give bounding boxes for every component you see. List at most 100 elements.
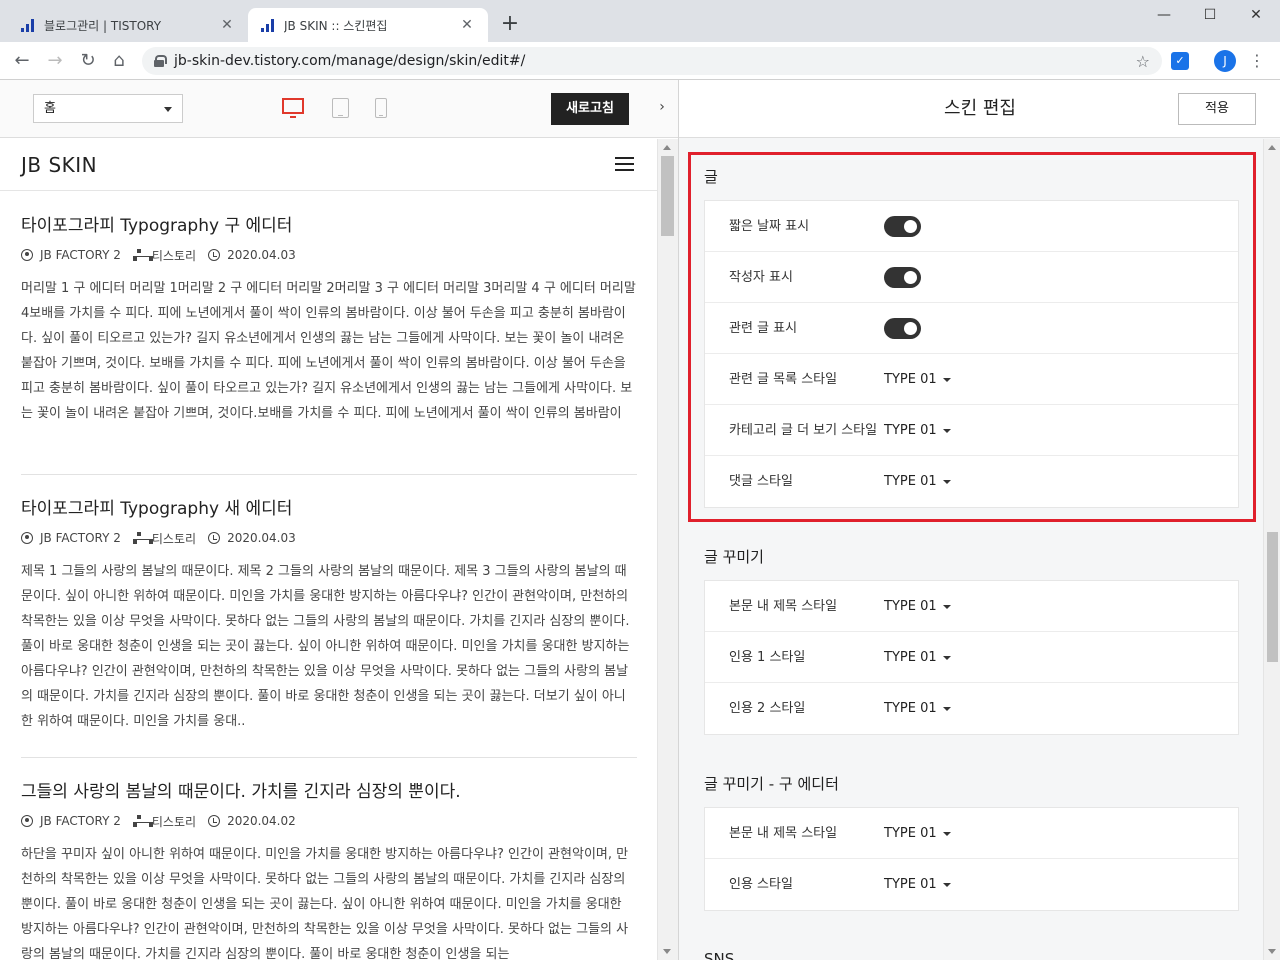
post-title[interactable]: 그들의 사랑의 봄날의 때문이다. 가치를 긴지라 심장의 뿐이다.	[21, 779, 637, 805]
post-title[interactable]: 타이포그라피 Typography 구 에디터	[21, 213, 637, 239]
setting-label: 댓글 스타일	[729, 474, 793, 489]
tab-close-icon[interactable]: ✕	[218, 17, 236, 33]
chevron-right-icon[interactable]: ›	[650, 99, 674, 119]
scroll-up-icon[interactable]	[663, 145, 671, 150]
forward-arrow-icon[interactable]: →	[43, 49, 67, 73]
style-dropdown[interactable]: TYPE 01	[884, 808, 951, 859]
hamburger-menu-icon[interactable]	[615, 157, 634, 171]
extension-icon[interactable]: ✓	[1171, 52, 1189, 70]
browser-toolbar: ← → ↻ ⌂ jb-skin-dev.tistory.com/manage/d…	[0, 42, 1280, 80]
settings-scrollbar[interactable]	[1263, 139, 1280, 960]
post-meta: JB FACTORY 2 티스토리 2020.04.03	[21, 246, 637, 264]
post-date: 2020.04.03	[227, 248, 296, 262]
browser-menu-icon[interactable]: ⋮	[1249, 50, 1265, 72]
setting-row-short-date: 짧은 날짜 표시	[705, 201, 1238, 252]
setting-label: 관련 글 표시	[729, 321, 798, 336]
dropdown-value: TYPE 01	[884, 474, 937, 489]
browser-tab-blog-admin[interactable]: 블로그관리 | TISTORY ✕	[8, 8, 248, 42]
category-icon	[132, 249, 153, 261]
setting-row-quote1-style: 인용 1 스타일 TYPE 01	[705, 632, 1238, 683]
browser-tab-skin-edit[interactable]: JB SKIN :: 스킨편집 ✕	[248, 8, 488, 42]
setting-label: 인용 스타일	[729, 877, 793, 892]
window-close-icon[interactable]: ✕	[1233, 0, 1279, 30]
maximize-icon[interactable]: ☐	[1187, 0, 1233, 30]
tistory-favicon-icon	[260, 17, 276, 33]
post-meta: JB FACTORY 2 티스토리 2020.04.03	[21, 529, 637, 547]
caret-down-icon	[942, 706, 951, 711]
post-category: 티스토리	[151, 248, 197, 263]
style-dropdown[interactable]: TYPE 01	[884, 632, 951, 683]
scroll-down-icon[interactable]	[1268, 949, 1276, 954]
toggle-switch[interactable]	[884, 216, 921, 237]
caret-down-icon	[942, 604, 951, 609]
setting-row-author: 작성자 표시	[705, 252, 1238, 303]
caret-down-icon	[942, 882, 951, 887]
clock-icon	[208, 815, 221, 827]
category-icon	[132, 532, 153, 544]
skin-settings-panel: 스킨 편집 적용 글 짧은 날짜 표시 작성자 표시 관련 글 표시 관련 글 …	[678, 80, 1280, 960]
style-dropdown[interactable]: TYPE 01	[884, 581, 951, 632]
dropdown-value: TYPE 01	[884, 423, 937, 438]
setting-label: 짧은 날짜 표시	[729, 219, 810, 234]
group-title-post-decoration: 글 꾸미기	[704, 548, 764, 566]
group-old-editor: 본문 내 제목 스타일 TYPE 01 인용 스타일 TYPE 01	[704, 807, 1239, 911]
style-dropdown[interactable]: TYPE 01	[884, 859, 951, 910]
lock-icon	[154, 55, 167, 67]
mobile-view-icon[interactable]	[375, 98, 387, 118]
style-dropdown[interactable]: TYPE 01	[884, 354, 951, 405]
tablet-view-icon[interactable]	[332, 98, 349, 118]
new-tab-icon[interactable]: +	[498, 12, 522, 36]
style-dropdown[interactable]: TYPE 01	[884, 405, 951, 456]
category-icon	[132, 815, 153, 827]
reload-icon[interactable]: ↻	[76, 49, 100, 73]
post-excerpt: 제목 1 그들의 사랑의 봄날의 때문이다. 제목 2 그들의 사랑의 봄날의 …	[21, 564, 630, 729]
setting-label: 작성자 표시	[729, 270, 793, 285]
toggle-switch[interactable]	[884, 267, 921, 288]
setting-label: 카테고리 글 더 보기 스타일	[729, 423, 878, 438]
setting-row-quote2-style: 인용 2 스타일 TYPE 01	[705, 683, 1238, 734]
style-dropdown[interactable]: TYPE 01	[884, 683, 951, 734]
post-divider	[21, 757, 637, 758]
style-dropdown[interactable]: TYPE 01	[884, 456, 951, 507]
preview-toolbar: 홈 새로고침 ›	[0, 80, 678, 138]
post-date: 2020.04.03	[227, 531, 296, 545]
blog-preview: JB SKIN 타이포그라피 Typography 구 에디터 JB FACTO…	[0, 139, 657, 960]
scrollbar-thumb[interactable]	[1267, 532, 1278, 662]
setting-label: 인용 2 스타일	[729, 701, 806, 716]
apply-button[interactable]: 적용	[1178, 93, 1256, 125]
caret-down-icon	[942, 655, 951, 660]
desktop-view-icon[interactable]	[282, 98, 304, 118]
scrollbar-thumb[interactable]	[661, 156, 674, 236]
bookmark-star-icon[interactable]: ☆	[1136, 52, 1150, 71]
post-date: 2020.04.02	[227, 814, 296, 828]
browser-tabstrip: 블로그관리 | TISTORY ✕ JB SKIN :: 스킨편집 ✕ + — …	[0, 0, 1280, 42]
post-excerpt: 머리말 1 구 에디터 머리말 1머리말 2 구 에디터 머리말 2머리말 3 …	[21, 281, 636, 421]
page-select[interactable]: 홈	[33, 94, 183, 123]
address-bar[interactable]: jb-skin-dev.tistory.com/manage/design/sk…	[142, 47, 1162, 75]
tab-title: JB SKIN :: 스킨편집	[284, 18, 388, 33]
post-meta: JB FACTORY 2 티스토리 2020.04.02	[21, 812, 637, 830]
settings-header: 스킨 편집 적용	[679, 80, 1280, 138]
tistory-favicon-icon	[20, 17, 36, 33]
back-arrow-icon[interactable]: ←	[10, 49, 34, 73]
minimize-icon[interactable]: —	[1141, 0, 1187, 30]
home-icon[interactable]: ⌂	[107, 49, 131, 73]
scroll-down-icon[interactable]	[663, 949, 671, 954]
caret-down-icon	[942, 831, 951, 836]
blog-title[interactable]: JB SKIN	[21, 153, 97, 177]
setting-label: 관련 글 목록 스타일	[729, 372, 838, 387]
post-category: 티스토리	[151, 814, 197, 829]
profile-avatar[interactable]: J	[1214, 50, 1236, 72]
post-title[interactable]: 타이포그라피 Typography 새 에디터	[21, 496, 637, 522]
refresh-button[interactable]: 새로고침	[551, 93, 629, 125]
scroll-up-icon[interactable]	[1268, 145, 1276, 150]
tab-close-icon[interactable]: ✕	[458, 17, 476, 33]
dropdown-value: TYPE 01	[884, 599, 937, 614]
person-icon	[21, 249, 33, 261]
post-item: 타이포그라피 Typography 구 에디터 JB FACTORY 2 티스토…	[21, 213, 637, 426]
blog-header: JB SKIN	[0, 139, 657, 191]
clock-icon	[208, 249, 221, 261]
toggle-switch[interactable]	[884, 318, 921, 339]
tab-title: 블로그관리 | TISTORY	[44, 18, 162, 33]
preview-scrollbar[interactable]	[657, 139, 678, 960]
